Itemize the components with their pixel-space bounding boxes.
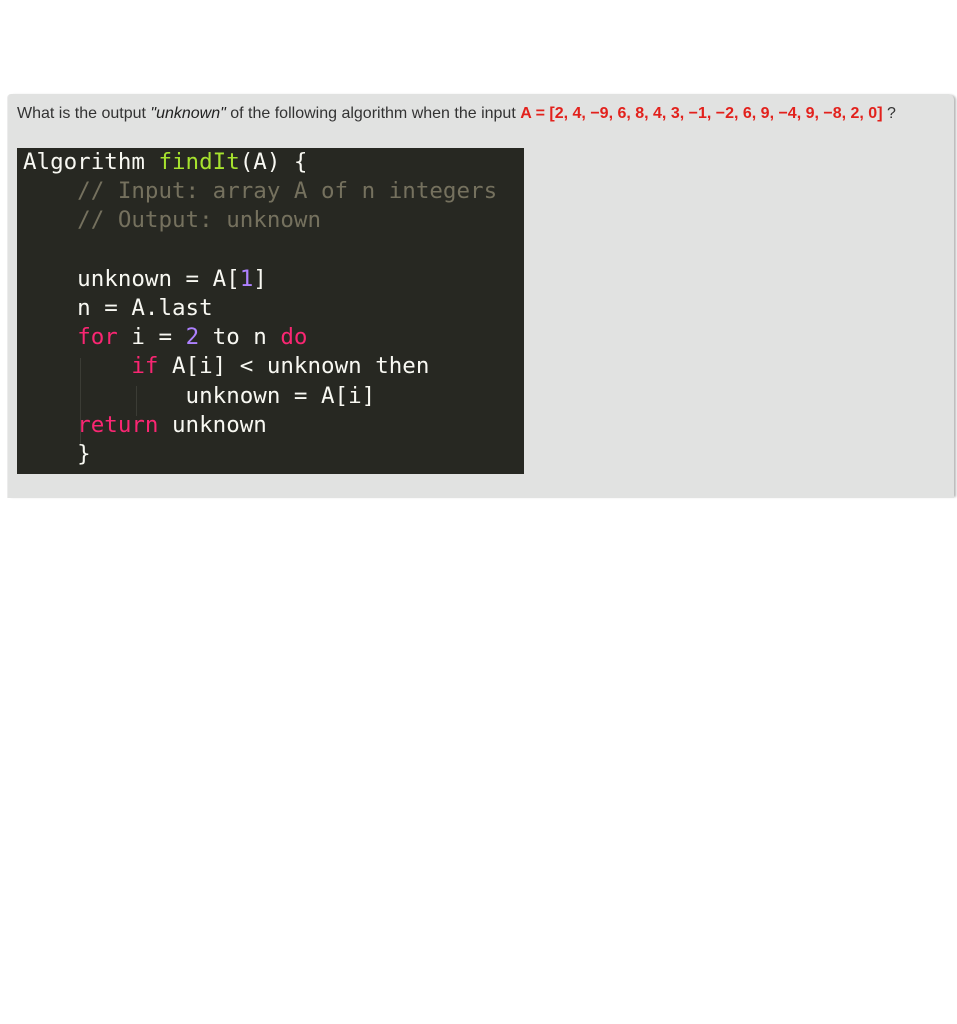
code-params: (A) { (239, 149, 308, 175)
question-quoted-term: "unknown" (150, 105, 226, 122)
code-text: A[i] < unknown then (158, 353, 430, 379)
question-prefix: What is the output (17, 105, 151, 122)
question-suffix: ? (882, 105, 896, 122)
code-number: 2 (185, 324, 200, 350)
code-text: unknown (158, 412, 267, 438)
code-line-close-brace: } (23, 441, 91, 467)
question-middle: of the following algorithm when the inpu… (225, 105, 521, 122)
code-image: Algorithm findIt(A) { // Input: array A … (17, 148, 524, 474)
code-line-init: unknown = A[1] (23, 265, 267, 294)
code-line-n: n = A.last (23, 295, 213, 321)
code-number: 1 (239, 266, 254, 292)
code-text: i = (117, 324, 186, 350)
code-keyword-if: if (131, 353, 159, 379)
code-line-comment-output: // Output: unknown (23, 207, 322, 233)
code-line-return: return unknown (23, 411, 267, 440)
input-array: A = [2, 4, −9, 6, 8, 4, 3, −1, −2, 6, 9,… (520, 105, 883, 122)
code-line-if: if A[i] < unknown then (23, 352, 429, 381)
code-keyword-return: return (77, 412, 159, 438)
code-line-signature: Algorithm findIt(A) { (23, 148, 307, 177)
code-keyword-algorithm: Algorithm (23, 149, 159, 175)
code-text: to n (199, 324, 281, 350)
code-keyword-do: do (280, 324, 308, 350)
code-keyword-for: for (77, 324, 118, 350)
code-text: ] (253, 266, 267, 292)
question-text: What is the output "unknown" of the foll… (17, 105, 896, 123)
code-line-assign: unknown = A[i] (23, 383, 376, 409)
code-text: unknown = A[ (23, 266, 240, 292)
code-function-name: findIt (158, 149, 240, 175)
code-line-for: for i = 2 to n do (23, 323, 307, 352)
question-card: What is the output "unknown" of the foll… (7, 94, 954, 498)
code-line-comment-input: // Input: array A of n integers (23, 178, 498, 204)
